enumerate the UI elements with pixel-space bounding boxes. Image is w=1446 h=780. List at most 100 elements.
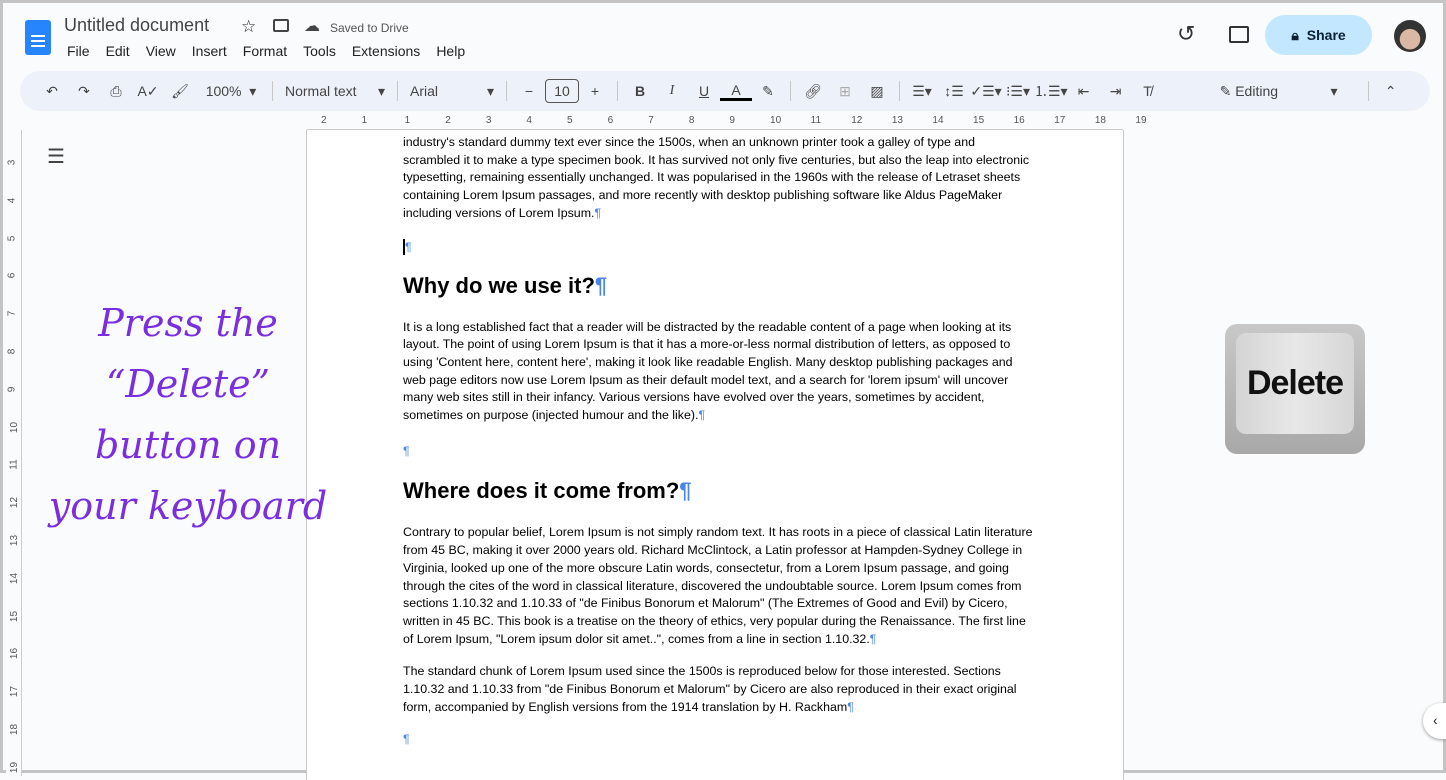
paint-format-icon[interactable]: 🖌︎ (164, 77, 196, 105)
comments-icon[interactable] (1229, 26, 1249, 43)
ruler-tick-label: 17 (1054, 115, 1066, 126)
add-comment-icon[interactable]: ⊞ (829, 77, 861, 105)
ruler-tick-label: 14 (9, 572, 21, 584)
ruler-tick-label: 19 (9, 761, 21, 773)
ruler-tick-label: 9 (729, 115, 735, 126)
print-icon[interactable]: ⎙ (100, 77, 132, 105)
cloud-icon[interactable]: ☁ (304, 16, 320, 36)
empty-paragraph: ¶ (403, 732, 410, 747)
document-title[interactable]: Untitled document (64, 15, 209, 36)
toolbar: ↶ ↷ ⎙ A✓ 🖌︎ 100% ▾ Normal text ▾ Arial ▾ −… (20, 71, 1430, 111)
empty-paragraph: ¶ (403, 238, 412, 255)
menu-insert[interactable]: Insert (192, 43, 227, 59)
ruler-tick-label: 9 (6, 386, 18, 393)
numbered-list-icon[interactable]: ⒈☰▾ (1034, 77, 1068, 105)
menu-help[interactable]: Help (436, 43, 465, 59)
outline-icon[interactable]: ☰ (47, 144, 65, 169)
ruler-tick-label: 6 (607, 115, 614, 126)
ruler-tick-label: 7 (6, 310, 18, 317)
clear-formatting-icon[interactable]: T̸ (1132, 77, 1164, 105)
ruler-tick-label: 13 (891, 115, 903, 126)
ruler-tick-label: 8 (6, 348, 18, 355)
bold-icon[interactable]: B (624, 77, 656, 105)
heading: Why do we use it?¶ (403, 272, 608, 298)
paragraph: industry's standard dummy text ever sinc… (403, 135, 1030, 220)
text-color-icon[interactable]: A (720, 81, 752, 101)
spellcheck-icon[interactable]: A✓ (132, 77, 164, 105)
increase-indent-icon[interactable]: ⇥ (1100, 77, 1132, 105)
ruler-tick-label: 15 (973, 115, 985, 126)
menu-file[interactable]: File (67, 43, 90, 59)
ruler-tick-label: 10 (9, 421, 21, 433)
ruler-tick-label: 3 (6, 159, 18, 166)
highlight-icon[interactable]: ✎ (752, 77, 784, 105)
delete-key-image: Delete (1225, 324, 1365, 454)
ruler-tick-label: 7 (648, 115, 654, 126)
menu-format[interactable]: Format (243, 43, 287, 59)
ruler-tick-label: 11 (8, 459, 20, 471)
menu-view[interactable]: View (146, 43, 176, 59)
ruler-tick-label: 5 (6, 235, 18, 241)
paragraph: It is a long established fact that a rea… (403, 319, 1013, 423)
editing-mode-select[interactable]: ✎ Editing ▾ (1214, 77, 1344, 105)
decrease-indent-icon[interactable]: ⇤ (1068, 77, 1100, 105)
ruler-tick-label: 5 (567, 115, 573, 126)
menu-tools[interactable]: Tools (303, 43, 336, 59)
paragraph: The standard chunk of Lorem Ipsum used s… (403, 664, 1017, 714)
font-size-input[interactable]: 10 (545, 79, 579, 103)
increase-font-size-button[interactable]: + (579, 77, 611, 105)
collapse-toolbar-icon[interactable]: ⌃ (1375, 77, 1407, 105)
redo-icon[interactable]: ↷ (68, 77, 100, 105)
history-icon[interactable]: ↺ (1177, 21, 1195, 47)
paragraph: Contrary to popular belief, Lorem Ipsum … (403, 525, 1033, 646)
ruler-tick-label: 16 (9, 648, 21, 660)
document-page[interactable]: industry's standard dummy text ever sinc… (306, 130, 1124, 780)
star-icon[interactable]: ☆ (241, 17, 256, 37)
vertical-ruler[interactable]: 3 4 5 6 7 8 9 10 11 12 13 14 15 16 17 18 19 (6, 130, 22, 776)
ruler-tick-label: 17 (9, 686, 21, 698)
menu-edit[interactable]: Edit (106, 43, 130, 59)
ruler-tick-label: 15 (9, 610, 21, 622)
ruler-tick-label: 16 (1013, 115, 1025, 126)
heading: Where does it come from?¶ (403, 478, 692, 504)
ruler-tick-label: 4 (526, 115, 532, 126)
menu-bar: File Edit View Insert Format Tools Exten… (67, 43, 465, 59)
ruler-tick-label: 11 (810, 115, 822, 126)
ruler-tick-label: 19 (1135, 115, 1147, 126)
move-folder-icon[interactable] (273, 19, 289, 32)
share-button[interactable]: 🔒︎ Share (1265, 15, 1372, 55)
zoom-select[interactable]: 100% ▾ (196, 77, 266, 105)
avatar[interactable] (1394, 20, 1426, 52)
ruler-tick-label: 12 (851, 115, 863, 126)
ruler-tick-label: 1 (404, 115, 411, 126)
instruction-overlay: Press the “Delete” button on your keyboard (48, 301, 328, 528)
docs-logo[interactable] (25, 20, 51, 55)
ruler-tick-label: 1 (361, 115, 368, 126)
ruler-tick-label: 13 (9, 534, 21, 547)
line-spacing-icon[interactable]: ↕☰ (938, 77, 970, 105)
link-icon[interactable]: 🔗︎ (797, 77, 829, 105)
bullet-list-icon[interactable]: ⁝☰▾ (1002, 77, 1034, 105)
ruler-tick-label: 8 (688, 115, 695, 126)
ruler-tick-label: 6 (6, 273, 18, 279)
empty-paragraph: ¶ (403, 443, 410, 458)
underline-icon[interactable]: U (688, 77, 720, 105)
ruler-tick-label: 18 (1094, 115, 1106, 126)
image-icon[interactable]: ▨ (861, 77, 893, 105)
decrease-font-size-button[interactable]: − (513, 77, 545, 105)
save-status: Saved to Drive (330, 21, 409, 35)
side-panel-toggle[interactable]: ‹ (1423, 703, 1446, 739)
font-select[interactable]: Arial ▾ (404, 77, 500, 105)
ruler-tick-label: 14 (932, 115, 944, 126)
undo-icon[interactable]: ↶ (36, 77, 68, 105)
style-select[interactable]: Normal text ▾ (279, 77, 391, 105)
ruler-tick-label: 2 (445, 115, 451, 126)
ruler-tick-label: 10 (770, 115, 782, 126)
checklist-icon[interactable]: ✓☰▾ (970, 77, 1002, 105)
menu-extensions[interactable]: Extensions (352, 43, 420, 59)
ruler-tick-label: 2 (321, 115, 327, 126)
horizontal-ruler[interactable]: 2 1 1 2 3 4 5 6 7 8 9 10 11 12 13 14 15 16 17 18 19 (307, 114, 1147, 130)
align-icon[interactable]: ☰▾ (906, 77, 938, 105)
lock-icon: 🔒︎ (1291, 26, 1299, 43)
italic-icon[interactable]: I (656, 77, 688, 105)
